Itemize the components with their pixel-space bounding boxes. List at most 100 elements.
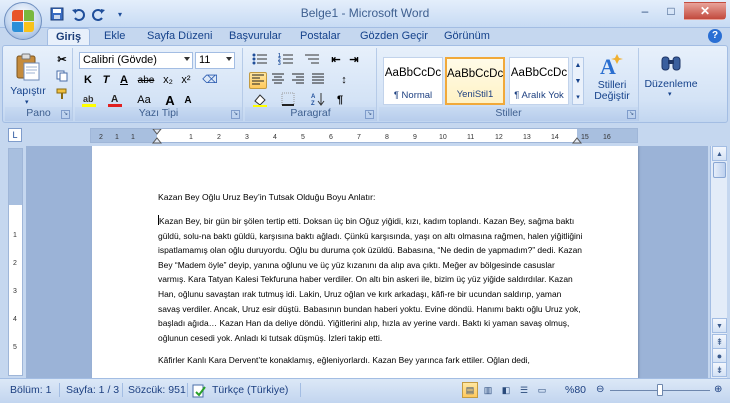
full-screen-reading-view-icon[interactable]: ▥ bbox=[480, 382, 496, 398]
editing-button[interactable]: Düzenleme ▾ bbox=[643, 52, 699, 108]
style-preview: AaBbCcDc bbox=[447, 68, 503, 80]
next-page-icon[interactable]: ⇟ bbox=[712, 362, 727, 377]
print-layout-view-icon[interactable]: ▤ bbox=[462, 382, 478, 398]
proofing-icon[interactable] bbox=[192, 384, 206, 398]
help-icon[interactable]: ? bbox=[708, 29, 722, 43]
zoom-in-icon[interactable]: ⊕ bbox=[714, 384, 722, 395]
minimize-button[interactable]: – bbox=[632, 2, 658, 20]
outline-view-icon[interactable]: ☰ bbox=[516, 382, 532, 398]
status-section[interactable]: Bölüm: 1 bbox=[10, 384, 51, 396]
align-left-icon[interactable] bbox=[249, 72, 267, 89]
status-language[interactable]: Türkçe (Türkiye) bbox=[212, 384, 288, 396]
font-family-value: Calibri (Gövde) bbox=[83, 54, 157, 66]
line-spacing-icon[interactable]: ↕ bbox=[333, 72, 355, 89]
italic-button[interactable]: T bbox=[97, 72, 115, 89]
vertical-scrollbar[interactable]: ▲ ▼ ⇞ ● ⇟ bbox=[710, 146, 727, 378]
svg-text:3: 3 bbox=[245, 134, 249, 141]
tab-stop-selector[interactable]: L bbox=[8, 128, 22, 142]
bullets-icon[interactable] bbox=[249, 52, 271, 69]
dialog-launcher-icon[interactable]: ↘ bbox=[365, 110, 374, 119]
style-normal[interactable]: AaBbCcDc ¶ Normal bbox=[383, 57, 443, 105]
style-aralik-yok[interactable]: AaBbCcDc ¶ Aralık Yok bbox=[509, 57, 569, 105]
numbering-icon[interactable]: 123 bbox=[275, 52, 297, 69]
previous-page-icon[interactable]: ⇞ bbox=[712, 334, 727, 349]
clear-formatting-icon[interactable]: ⌫ bbox=[201, 72, 219, 89]
change-styles-button[interactable]: A Stilleri Değiştir bbox=[587, 52, 637, 106]
svg-text:5: 5 bbox=[301, 134, 305, 141]
group-label-font: Yazı Tipi bbox=[75, 107, 242, 121]
strikethrough-button[interactable]: abe bbox=[135, 72, 157, 89]
select-browse-object-icon[interactable]: ● bbox=[712, 348, 727, 363]
dialog-launcher-icon[interactable]: ↘ bbox=[627, 110, 636, 119]
group-editing: Düzenleme ▾ bbox=[641, 48, 701, 121]
increase-indent-icon[interactable]: ⇥ bbox=[345, 52, 363, 69]
maximize-button[interactable]: □ bbox=[658, 2, 684, 20]
dialog-launcher-icon[interactable]: ↘ bbox=[61, 110, 70, 119]
tab-gorunum[interactable]: Görünüm bbox=[436, 28, 498, 46]
style-yenistil1[interactable]: AaBbCcDc YeniStil1 bbox=[445, 57, 505, 105]
group-pano: Yapıştır ▾ ✂ Pano ↘ bbox=[5, 48, 73, 121]
dialog-launcher-icon[interactable]: ↘ bbox=[231, 110, 240, 119]
change-styles-label: Stilleri Değiştir bbox=[594, 79, 630, 102]
font-size-select[interactable]: 11 bbox=[195, 52, 235, 69]
multilevel-list-icon[interactable] bbox=[301, 52, 323, 69]
web-layout-view-icon[interactable]: ◧ bbox=[498, 382, 514, 398]
svg-text:Z: Z bbox=[311, 101, 315, 106]
scroll-down-icon[interactable]: ▼ bbox=[712, 318, 727, 333]
tab-ekle[interactable]: Ekle bbox=[96, 28, 133, 46]
cut-icon[interactable]: ✂ bbox=[53, 52, 71, 69]
svg-text:13: 13 bbox=[523, 134, 531, 141]
chevron-down-icon: ▾ bbox=[668, 91, 672, 98]
svg-text:2: 2 bbox=[13, 260, 17, 267]
superscript-button[interactable]: x² bbox=[177, 72, 195, 89]
zoom-slider-thumb[interactable] bbox=[657, 384, 663, 396]
font-family-select[interactable]: Calibri (Gövde) bbox=[79, 52, 193, 69]
svg-text:A: A bbox=[311, 94, 316, 100]
tab-sayfa-duzeni[interactable]: Sayfa Düzeni bbox=[139, 28, 220, 46]
scroll-up-icon[interactable]: ▲ bbox=[712, 146, 727, 161]
ribbon: Yapıştır ▾ ✂ Pano ↘ Calibri (Gövde) 11 K… bbox=[2, 45, 728, 123]
justify-icon[interactable] bbox=[309, 72, 327, 89]
svg-text:1: 1 bbox=[131, 134, 135, 141]
paste-button[interactable]: Yapıştır ▾ bbox=[10, 52, 46, 106]
binoculars-icon bbox=[661, 56, 681, 71]
styles-scroll[interactable]: ▲ ▼ ▾ bbox=[572, 57, 584, 105]
style-preview: AaBbCcDc bbox=[384, 67, 442, 79]
align-right-icon[interactable] bbox=[289, 72, 307, 89]
window-title: Belge1 - Microsoft Word bbox=[300, 6, 430, 20]
scroll-thumb[interactable] bbox=[713, 162, 726, 178]
tab-giris[interactable]: Giriş bbox=[47, 28, 91, 46]
status-page[interactable]: Sayfa: 1 / 3 bbox=[66, 384, 119, 396]
tab-postalar[interactable]: Postalar bbox=[292, 28, 348, 46]
svg-text:1: 1 bbox=[115, 134, 119, 141]
align-center-icon[interactable] bbox=[269, 72, 287, 89]
zoom-level[interactable]: %80 bbox=[565, 384, 586, 396]
document-page[interactable]: Kazan Bey Oğlu Uruz Bey’in Tutsak Olduğu… bbox=[92, 146, 638, 378]
svg-text:4: 4 bbox=[273, 134, 277, 141]
copy-icon[interactable] bbox=[53, 70, 71, 87]
draft-view-icon[interactable]: ▭ bbox=[534, 382, 550, 398]
svg-text:3: 3 bbox=[13, 288, 17, 295]
paste-label: Yapıştır bbox=[10, 85, 46, 97]
status-word-count[interactable]: Sözcük: 951 bbox=[128, 384, 186, 396]
underline-button[interactable]: A bbox=[115, 72, 133, 89]
tab-gozden-gecir[interactable]: Gözden Geçir bbox=[352, 28, 436, 46]
decrease-indent-icon[interactable]: ⇤ bbox=[327, 52, 345, 69]
ribbon-tabs: Giriş Ekle Sayfa Düzeni Başvurular Posta… bbox=[0, 27, 730, 46]
bold-button[interactable]: K bbox=[79, 72, 97, 89]
document-body[interactable]: Kazan Bey, bir gün bir şölen tertip etti… bbox=[158, 214, 584, 376]
group-styles: AaBbCcDc ¶ Normal AaBbCcDc YeniStil1 AaB… bbox=[379, 48, 639, 121]
subscript-button[interactable]: x₂ bbox=[159, 72, 177, 89]
close-button[interactable]: ✕ bbox=[684, 2, 726, 20]
vertical-ruler[interactable]: 1 2 3 4 5 bbox=[8, 148, 23, 376]
zoom-out-icon[interactable]: ⊖ bbox=[596, 384, 604, 395]
style-preview: AaBbCcDc bbox=[510, 67, 568, 79]
office-button[interactable] bbox=[4, 2, 42, 40]
svg-text:7: 7 bbox=[357, 134, 361, 141]
svg-text:16: 16 bbox=[603, 134, 611, 141]
format-painter-icon[interactable] bbox=[53, 88, 71, 105]
title-bar: ▾ Belge1 - Microsoft Word – □ ✕ bbox=[0, 0, 730, 28]
horizontal-ruler[interactable]: 211 1 2 3 4 5 6 7 8 9 10 11 12 13 14 15 16 bbox=[90, 128, 638, 144]
tab-basvurular[interactable]: Başvurular bbox=[221, 28, 290, 46]
status-bar: Bölüm: 1 Sayfa: 1 / 3 Sözcük: 951 Türkçe… bbox=[0, 378, 730, 403]
